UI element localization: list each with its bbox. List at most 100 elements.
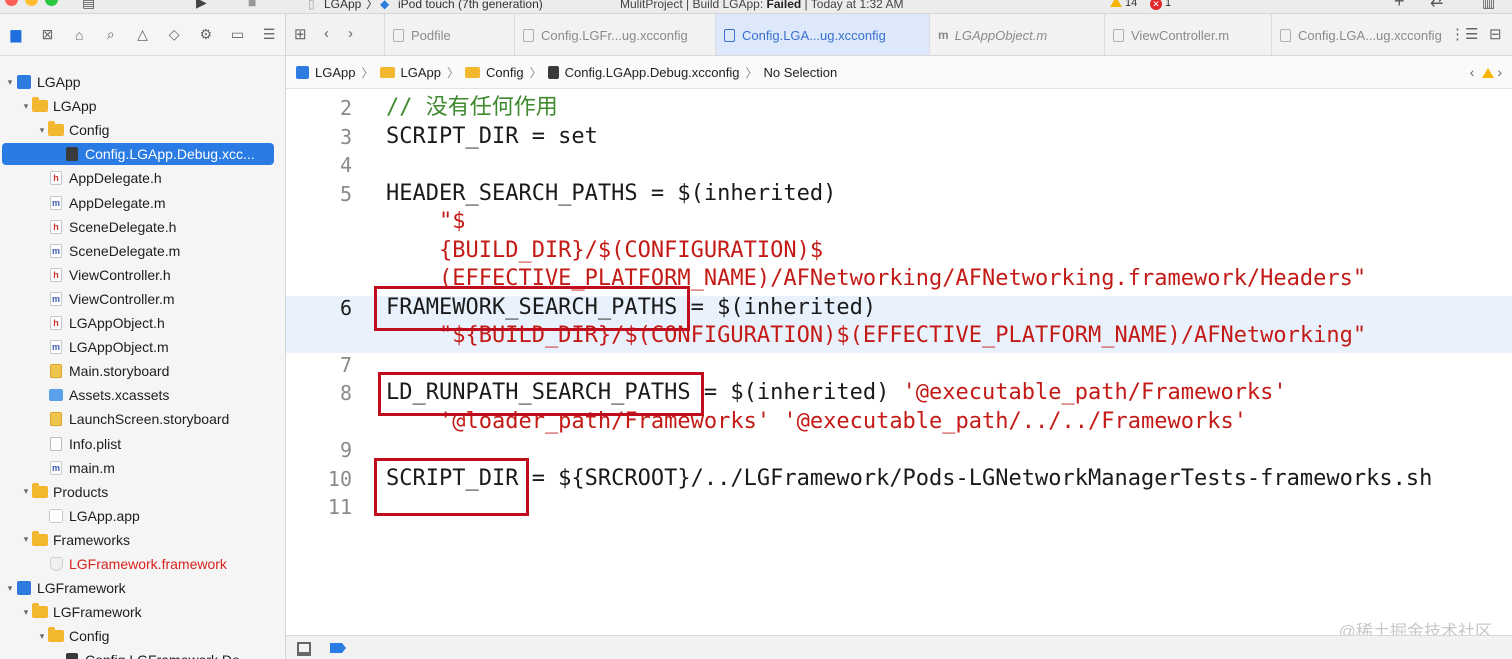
disclosure-triangle-icon[interactable]: ▾ [4,583,16,594]
stop-icon[interactable]: ■ [248,0,256,9]
editor-tab-label: Config.LGFr...ug.xcconfig [541,27,688,43]
file-tree-item[interactable]: m LGAppObject.m [0,335,285,359]
file-tree-item[interactable]: ▾ LGFramework [0,600,285,624]
file-tree-item[interactable]: h LGAppObject.h [0,311,285,335]
minimize-window-button[interactable] [25,0,38,6]
breadcrumb-config[interactable]: Config [486,65,524,80]
code-line[interactable]: {BUILD_DIR}/$(CONFIGURATION)$ [386,237,823,265]
code-line[interactable]: SCRIPT_DIR = set [386,123,598,151]
code-line[interactable]: SCRIPT_DIR = ${SRCROOT}/../LGFramework/P… [386,465,1432,493]
search-icon[interactable]: ⌕ [95,26,127,43]
editor-tab[interactable]: Config.LGFr...ug.xcconfig [514,14,715,55]
issues-icon[interactable]: △ [127,26,159,43]
errors-count: 1 [1165,0,1172,9]
file-tree-item[interactable]: m AppDelegate.m [0,191,285,215]
disclosure-triangle-icon[interactable]: ▾ [36,125,48,136]
file-icon [393,28,404,42]
line-number: 7 [339,352,352,377]
editor-options-icon[interactable]: ⋮☰ [1450,25,1478,43]
file-tree-item-label: Assets.xcassets [69,387,170,404]
file-tree-item[interactable]: ▾ LGFramework [0,576,285,600]
forward-icon[interactable]: › [348,25,353,42]
add-editor-icon[interactable]: ⊟ [1489,25,1502,43]
zoom-window-button[interactable] [45,0,58,6]
code-line[interactable]: // 没有任何作用 [386,94,558,122]
file-tree-item[interactable]: Config.LGApp.Debug.xcc... [0,142,285,166]
file-tree-item[interactable]: ▾ Frameworks [0,528,285,552]
xcconfig-file-icon-glyph [66,147,78,162]
header-file-icon: h [48,267,64,282]
disclosure-triangle-icon[interactable]: ▾ [20,534,32,545]
editor-tab[interactable]: Config.LGA...ug.xcconfig [715,14,929,55]
jumpbar-controls[interactable]: ‹ › [1470,64,1502,80]
file-tree-item[interactable]: ▾ Config [0,624,285,648]
breadcrumb-group[interactable]: LGApp [401,65,441,80]
breadcrumb-file[interactable]: Config.LGApp.Debug.xcconfig [565,65,740,80]
file-tree-item[interactable]: Main.storyboard [0,359,285,383]
disclosure-triangle-icon[interactable]: ▾ [20,101,32,112]
code-line[interactable]: HEADER_SEARCH_PATHS = $(inherited) [386,180,836,208]
file-tree-item[interactable]: Info.plist [0,432,285,456]
disclosure-triangle-icon[interactable]: ▾ [20,607,32,618]
warnings-badge[interactable]: 14 [1110,0,1137,10]
objc-file-icon: m [48,195,64,210]
breadcrumb-project[interactable]: LGApp [315,65,355,80]
run-icon[interactable]: ▶ [196,0,207,9]
grid-icon[interactable]: ⊞ [294,25,307,43]
code-string: {BUILD_DIR}/$(CONFIGURATION)$ [386,237,824,263]
breakpoints-toggle-icon[interactable] [330,643,346,653]
swap-icon[interactable]: ⇄ [1430,0,1443,10]
disclosure-triangle-icon[interactable]: ▾ [4,77,16,88]
file-tree-item[interactable]: ▾ LGApp [0,70,285,94]
file-tree-item-label: LGApp [37,74,81,90]
file-tree-item-label: ViewController.m [69,290,175,307]
breadcrumb-selection[interactable]: No Selection [764,65,838,80]
breakpoints-icon[interactable]: ▭ [222,26,254,43]
line-number: 3 [339,124,352,149]
device-selector[interactable]: iPod touch (7th generation) [398,0,543,11]
file-tree-item[interactable]: ▾ Products [0,480,285,504]
back-icon[interactable]: ‹ [324,25,329,42]
jump-bar: LGApp 〉 LGApp 〉 Config 〉 Config.LGApp.De… [286,56,1512,89]
editor-tab[interactable]: Podfile [384,14,514,55]
code-line[interactable]: "$ [386,208,466,236]
file-tree-item[interactable]: ▾ LGApp [0,94,285,118]
source-editor[interactable]: 2 3 4 5 6 7 8 9 10 11 // 没有任何作用 SCRIPT_DIR = set HE… [286,89,1512,635]
scheme-selector[interactable]: LGApp [324,0,361,11]
file-tree-item[interactable]: m SceneDelegate.m [0,239,285,263]
file-tree-item[interactable]: Assets.xcassets [0,383,285,407]
file-tree-item[interactable]: LGApp.app [0,504,285,528]
add-icon[interactable]: + [1394,0,1405,10]
reports-icon[interactable]: ☰ [253,26,285,43]
tests-icon[interactable]: ◇ [158,26,190,43]
editor-tab[interactable]: ViewController.m [1104,14,1271,55]
debug-icon[interactable]: ⚙ [190,26,222,43]
file-tree-item[interactable]: h SceneDelegate.h [0,215,285,239]
plist-icon [48,436,64,451]
file-tree-item[interactable]: Config.LGFramework.De... [0,648,285,659]
file-tree-item[interactable]: LGFramework.framework [0,552,285,576]
hide-debug-area-icon[interactable] [297,642,311,656]
xcconfig-file-icon [64,147,80,162]
inspector-toggle-icon[interactable]: ▥ [1482,0,1495,9]
file-tree-item[interactable]: m ViewController.m [0,287,285,311]
file-tree-item[interactable]: ▾ Config [0,118,285,142]
errors-badge[interactable]: ✕ 1 [1150,0,1171,10]
file-tree-item[interactable]: h AppDelegate.h [0,166,285,190]
source-control-icon[interactable]: ⊠ [32,26,64,43]
disclosure-triangle-icon[interactable]: ▾ [36,631,48,642]
symbols-icon[interactable]: ⌂ [63,27,95,43]
editor-tab[interactable]: Config.LGA...ug.xcconfig [1271,14,1447,55]
sidebar-toggle-icon[interactable]: ▤ [82,0,95,9]
disclosure-triangle-icon[interactable]: ▾ [20,486,32,497]
file-tree-item[interactable]: LaunchScreen.storyboard [0,407,285,431]
chevron-right-icon[interactable]: › [1497,64,1502,80]
warning-icon[interactable] [1482,68,1495,78]
chevron-left-icon[interactable]: ‹ [1470,64,1475,80]
header-file-icon-glyph: h [50,219,62,234]
folder-icon[interactable]: ▆ [0,26,32,43]
close-window-button[interactable] [5,0,18,6]
file-tree-item[interactable]: m main.m [0,456,285,480]
file-tree-item[interactable]: h ViewController.h [0,263,285,287]
editor-tab[interactable]: m LGAppObject.m [929,14,1104,55]
